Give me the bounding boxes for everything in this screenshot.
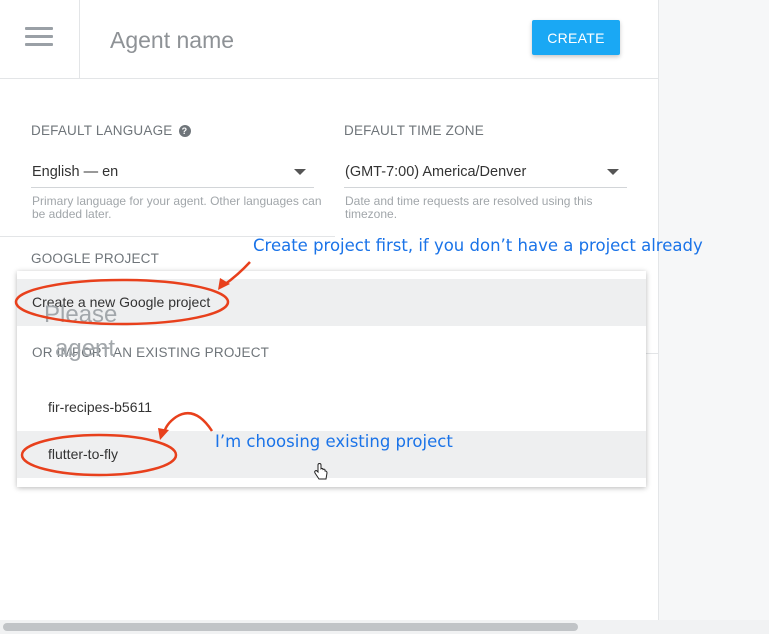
- highlight-ellipse: [20, 433, 178, 477]
- arrow-icon: [162, 412, 214, 434]
- arrow-head-icon: [158, 428, 169, 440]
- annotation-overlay: [14, 261, 328, 480]
- highlight-ellipse: [14, 278, 230, 326]
- arrow-head-icon: [218, 278, 230, 290]
- hand-pointer-icon: [314, 463, 328, 480]
- arrow-icon: [223, 261, 251, 287]
- annotation-create-note: Create project first, if you don’t have …: [253, 236, 703, 255]
- annotation-choose-note: I’m choosing existing project: [215, 432, 453, 451]
